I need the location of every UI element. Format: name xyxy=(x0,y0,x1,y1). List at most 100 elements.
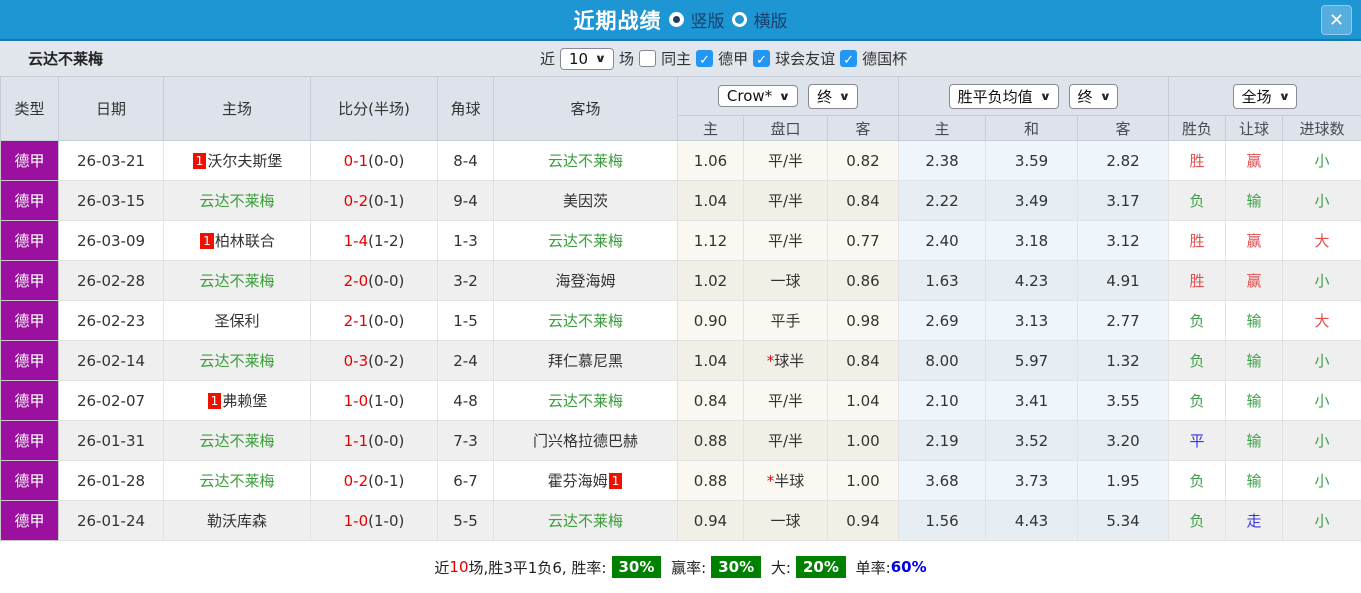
odds-time-select[interactable]: 终 ∨ xyxy=(808,83,859,109)
cell-home-team: 云达不莱梅 xyxy=(163,260,311,301)
subheader-handicap: 盘口 xyxy=(743,115,828,141)
handicap-name: 球半 xyxy=(774,352,805,370)
cell-spread-result: 赢 xyxy=(1225,260,1284,301)
cell-score: 0-2(0-1) xyxy=(310,180,438,221)
cell-handicap: *球半 xyxy=(743,340,828,381)
avg-time-select[interactable]: 终 ∨ xyxy=(1068,83,1119,109)
cell-score: 0-1(0-0) xyxy=(310,140,438,181)
cell-corner: 9-4 xyxy=(437,180,494,221)
halftime-score: (0-0) xyxy=(368,271,405,290)
handicap-name: 平/半 xyxy=(767,192,804,210)
cell-score: 1-0(1-0) xyxy=(310,500,438,541)
cell-goals-result: 小 xyxy=(1282,180,1361,221)
recent-results-panel: 近期战绩 竖版 横版 ✕ 云达不莱梅 近 10 ∨ 场 同主 德甲 球会友谊 德… xyxy=(0,0,1361,593)
home-team-name: 勒沃库森 xyxy=(206,512,267,530)
big-rate-badge: 20% xyxy=(795,556,846,578)
dfb-pokal-checkbox[interactable] xyxy=(840,50,858,67)
recent-label: 近 xyxy=(540,50,556,68)
cell-handicap: 平/半 xyxy=(743,140,828,181)
dfb-pokal-label: 德国杯 xyxy=(862,50,908,68)
league-bundesliga-checkbox[interactable] xyxy=(696,50,714,67)
subheader-odds-home: 主 xyxy=(677,115,744,141)
cell-date: 26-01-24 xyxy=(58,500,164,541)
handicap-name: 平/半 xyxy=(767,152,804,170)
fulltime-score: 0-2 xyxy=(343,191,369,210)
home-team-name: 云达不莱梅 xyxy=(199,432,275,450)
away-team-name: 门兴格拉德巴赫 xyxy=(532,432,638,450)
cell-corner: 6-7 xyxy=(437,460,494,501)
cell-date: 26-01-31 xyxy=(58,420,164,461)
halftime-score: (0-0) xyxy=(368,431,405,450)
cell-odds-away: 0.94 xyxy=(826,500,900,541)
away-team-name: 美因茨 xyxy=(562,192,608,210)
cell-league: 德甲 xyxy=(0,380,59,421)
cell-goals-result: 小 xyxy=(1282,500,1361,541)
cell-odds-home: 1.12 xyxy=(677,220,744,261)
radio-vertical-layout[interactable] xyxy=(668,12,684,27)
cell-avg-away: 4.91 xyxy=(1077,260,1170,301)
cell-handicap: 一球 xyxy=(743,500,828,541)
cell-goals-result: 小 xyxy=(1282,340,1361,381)
radio-horizontal-label[interactable]: 横版 xyxy=(754,7,788,32)
handicap-name: 平手 xyxy=(770,312,801,330)
home-team-name: 弗赖堡 xyxy=(222,392,268,410)
subheader-result: 胜负 xyxy=(1168,115,1227,141)
cell-score: 2-0(0-0) xyxy=(310,260,438,301)
subheader-avg-draw: 和 xyxy=(985,115,1079,141)
cell-score: 2-1(0-0) xyxy=(310,300,438,341)
close-button[interactable]: ✕ xyxy=(1321,5,1352,35)
table-row: 德甲 26-02-07 1 弗赖堡 1-0(1-0) 4-8 云达不莱梅 0.84… xyxy=(0,380,1361,421)
cell-home-team: 1 弗赖堡 xyxy=(163,380,311,421)
club-friendly-checkbox[interactable] xyxy=(753,50,771,67)
big-rate-label: 大: xyxy=(766,558,791,577)
radio-vertical-label[interactable]: 竖版 xyxy=(691,7,725,32)
avg-type-select[interactable]: 胜平负均值 ∨ xyxy=(948,83,1059,109)
cell-avg-home: 2.69 xyxy=(898,300,987,341)
cell-avg-draw: 4.43 xyxy=(985,500,1079,541)
table-row: 德甲 26-02-23 圣保利 2-1(0-0) 1-5 云达不莱梅 0.90 … xyxy=(0,300,1361,341)
league-bundesliga-label: 德甲 xyxy=(718,50,749,68)
cell-handicap: 平/半 xyxy=(743,220,828,261)
cell-avg-away: 2.77 xyxy=(1077,300,1170,341)
chevron-down-icon: ∨ xyxy=(1099,89,1111,103)
halftime-score: (1-2) xyxy=(368,231,405,250)
scope-select[interactable]: 全场 ∨ xyxy=(1232,83,1298,109)
cell-spread-result: 输 xyxy=(1225,420,1284,461)
away-team-name: 海登海姆 xyxy=(555,272,616,290)
cell-result: 负 xyxy=(1168,460,1227,501)
cell-away-team: 云达不莱梅 xyxy=(493,220,678,261)
fulltime-score: 0-3 xyxy=(343,351,369,370)
halftime-score: (1-0) xyxy=(368,391,405,410)
cell-handicap: 平/半 xyxy=(743,380,828,421)
home-rank-badge: 1 xyxy=(200,233,214,249)
table-row: 德甲 26-03-09 1 柏林联合 1-4(1-2) 1-3 云达不莱梅 1.1… xyxy=(0,220,1361,261)
cell-home-team: 1 柏林联合 xyxy=(163,220,311,261)
cell-spread-result: 输 xyxy=(1225,300,1284,341)
same-home-checkbox[interactable] xyxy=(639,50,657,67)
table-row: 德甲 26-01-31 云达不莱梅 1-1(0-0) 7-3 门兴格拉德巴赫 0… xyxy=(0,420,1361,461)
radio-horizontal-layout[interactable] xyxy=(731,12,747,27)
home-team-name: 云达不莱梅 xyxy=(199,472,275,490)
halftime-score: (0-0) xyxy=(368,151,405,170)
subheader-avg-away: 客 xyxy=(1077,115,1170,141)
odds-company-select[interactable]: Crow* ∨ xyxy=(717,85,799,107)
cell-home-team: 云达不莱梅 xyxy=(163,420,311,461)
cell-league: 德甲 xyxy=(0,420,59,461)
summary-text: 近 xyxy=(434,558,450,577)
cell-corner: 8-4 xyxy=(437,140,494,181)
cell-avg-draw: 3.18 xyxy=(985,220,1079,261)
cell-odds-away: 0.82 xyxy=(826,140,900,181)
away-team-name: 云达不莱梅 xyxy=(547,312,623,330)
header-avg-group: 胜平负均值 ∨ 终 ∨ xyxy=(898,76,1170,116)
fulltime-score: 0-2 xyxy=(343,471,369,490)
cell-odds-home: 0.94 xyxy=(677,500,744,541)
table-row: 德甲 26-03-15 云达不莱梅 0-2(0-1) 9-4 美因茨 1.04 … xyxy=(0,180,1361,221)
cell-handicap: 一球 xyxy=(743,260,828,301)
cell-odds-away: 0.84 xyxy=(826,340,900,381)
cell-league: 德甲 xyxy=(0,220,59,261)
recent-count-select[interactable]: 10 ∨ xyxy=(560,47,615,70)
cell-date: 26-03-09 xyxy=(58,220,164,261)
halftime-score: (0-1) xyxy=(368,471,405,490)
cell-avg-draw: 3.13 xyxy=(985,300,1079,341)
single-rate-label: 单率: xyxy=(850,558,891,577)
